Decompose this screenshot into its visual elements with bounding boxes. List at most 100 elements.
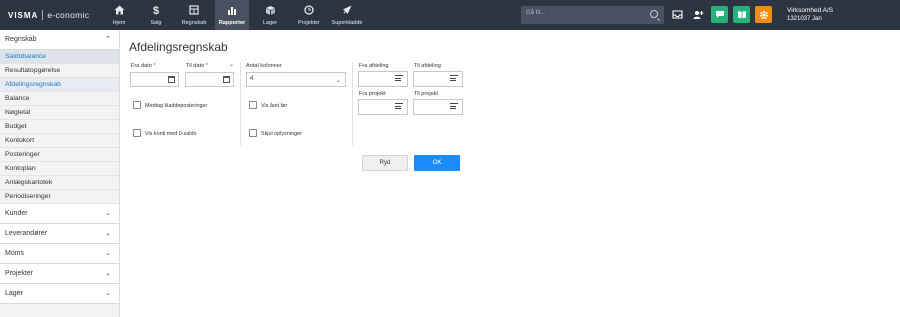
top-bar: VISMA e-conomic Hjem $ Salg Regnskab Rap… [0, 0, 900, 30]
ryd-button[interactable]: Ryd [362, 155, 408, 171]
company-user: 1321037 Jan [787, 16, 822, 22]
calendar-icon[interactable] [223, 76, 230, 83]
list-picker-icon[interactable] [395, 103, 403, 110]
required-mark: * [153, 63, 156, 69]
til-projekt-field[interactable] [413, 99, 463, 115]
nav-regnskab[interactable]: Regnskab [178, 0, 210, 30]
search-placeholder: Gå til... [526, 10, 546, 16]
sidebar-section-leverandorer[interactable]: Leverandører ⌄ [0, 224, 119, 244]
nav-rapporter[interactable]: Rapporter [215, 0, 249, 30]
fra-dato-label-text: Fra dato [131, 63, 152, 69]
fra-dato-field[interactable] [130, 72, 179, 87]
chevron-down-icon: ⌄ [105, 210, 111, 217]
sidebar-item-balance[interactable]: Balance [0, 92, 119, 106]
chevron-down-icon: ⌄ [105, 230, 111, 237]
gear-icon[interactable] [755, 6, 772, 23]
antal-kolonner-value: 4 [250, 76, 254, 82]
sidebar-section-label: Regnskab [5, 36, 37, 43]
company-name: Virksomhed A/S [787, 7, 834, 14]
column-divider [240, 62, 241, 146]
chevron-down-icon: ⌄ [105, 250, 111, 257]
sidebar-item-nogletal[interactable]: Nøgletal [0, 106, 119, 120]
sidebar-item-budget[interactable]: Budget [0, 120, 119, 134]
logo-divider [42, 10, 44, 20]
til-dato-label-text: Til dato [186, 63, 205, 69]
sidebar-item-saldobalance[interactable]: Saldobalance [0, 50, 119, 64]
sidebar-item-anlaegskartotek[interactable]: Anlægskartotek [0, 176, 119, 190]
dollar-icon: $ [152, 5, 160, 17]
calendar-icon[interactable] [168, 76, 175, 83]
antal-kolonner-select[interactable]: 4 ⌄ [246, 72, 346, 87]
til-projekt-label: Til projekt [414, 91, 439, 97]
skjul-label: Skjul oplysninger [261, 131, 302, 137]
vis-aaret-label: Vis året før [261, 103, 288, 109]
chevron-down-icon: ⌄ [105, 270, 111, 277]
clock-icon [294, 5, 324, 19]
fra-afdeling-label: Fra afdeling [359, 63, 389, 69]
sidebar-item-periodiseringer[interactable]: Periodiseringer [0, 190, 119, 204]
til-dato-label: Til dato * [186, 63, 208, 69]
sidebar-section-projekter[interactable]: Projekter ⌄ [0, 264, 119, 284]
sidebar-section-regnskab[interactable]: Regnskab ⌃ [0, 30, 119, 50]
rocket-icon [328, 5, 366, 19]
medtag-label: Medtag kladdeposteringer [145, 103, 208, 109]
nav-hjem[interactable]: Hjem [108, 0, 130, 30]
vis-konti-checkbox[interactable] [133, 129, 141, 137]
antal-kolonner-label: Antal kolonner [246, 63, 282, 69]
chat-icon[interactable] [711, 6, 728, 23]
search-icon[interactable] [650, 10, 658, 18]
nav-label: Rapporter [218, 20, 246, 26]
medtag-checkbox[interactable] [133, 101, 141, 109]
sidebar-item-kontoplan[interactable]: Kontoplan [0, 162, 119, 176]
sidebar-section-label: Lager [5, 290, 23, 297]
nav-salg[interactable]: $ Salg [145, 0, 167, 30]
list-picker-icon[interactable] [450, 75, 458, 82]
list-picker-icon[interactable] [450, 103, 458, 110]
sidebar-item-resultatopgorelse[interactable]: Resultatopgørelse [0, 64, 119, 78]
sidebar-section-lager[interactable]: Lager ⌄ [0, 284, 119, 304]
box-icon [258, 5, 282, 19]
nav-label: Salg [150, 20, 162, 26]
nav-lager[interactable]: Lager [258, 0, 282, 30]
column-divider [352, 62, 353, 146]
search-input[interactable]: Gå til... [521, 6, 664, 24]
chevron-down-icon: ⌄ [105, 290, 111, 297]
sidebar-section-kunder[interactable]: Kunder ⌄ [0, 204, 119, 224]
sidebar: Regnskab ⌃ Saldobalance Resultatopgørels… [0, 30, 120, 317]
sidebar-item-kontokort[interactable]: Kontokort [0, 134, 119, 148]
fra-dato-label: Fra dato * [131, 63, 156, 69]
nav-superkladde[interactable]: Superkladde [328, 0, 366, 30]
vis-aaret-checkbox[interactable] [249, 101, 257, 109]
company-info[interactable]: Virksomhed A/S 1321037 Jan [787, 7, 833, 23]
page-title: Afdelingsregnskab [129, 40, 228, 54]
required-mark: * [205, 63, 208, 69]
til-dato-field[interactable] [185, 72, 234, 87]
nav-projekter[interactable]: Projekter [294, 0, 324, 30]
user-add-icon[interactable] [690, 6, 707, 23]
chevron-down-icon: ⌄ [335, 78, 341, 84]
sidebar-item-afdelingsregnskab[interactable]: Afdelingsregnskab [0, 78, 119, 92]
til-afdeling-field[interactable] [413, 71, 463, 87]
book-icon[interactable] [733, 6, 750, 23]
nav-label: Hjem [112, 20, 126, 26]
app-logo[interactable]: VISMA e-conomic [8, 9, 89, 21]
ok-button[interactable]: OK [414, 155, 460, 171]
sidebar-section-moms[interactable]: Moms ⌄ [0, 244, 119, 264]
chevron-down-icon[interactable]: ⌄ [229, 61, 234, 68]
inbox-icon[interactable] [669, 6, 686, 23]
fra-projekt-field[interactable] [358, 99, 408, 115]
sidebar-section-label: Leverandører [5, 230, 48, 237]
home-icon [108, 5, 130, 19]
bar-chart-icon [215, 5, 249, 19]
chevron-up-icon: ⌃ [105, 36, 111, 43]
fra-afdeling-field[interactable] [358, 71, 408, 87]
sidebar-item-posteringer[interactable]: Posteringer [0, 148, 119, 162]
fra-projekt-label: Fra projekt [359, 91, 386, 97]
sidebar-section-label: Projekter [5, 270, 34, 277]
sidebar-section-label: Kunder [5, 210, 28, 217]
list-picker-icon[interactable] [395, 75, 403, 82]
product-name: e-conomic [47, 10, 90, 20]
brand-name: VISMA [8, 10, 39, 20]
skjul-checkbox[interactable] [249, 129, 257, 137]
nav-label: Superkladde [331, 20, 363, 26]
